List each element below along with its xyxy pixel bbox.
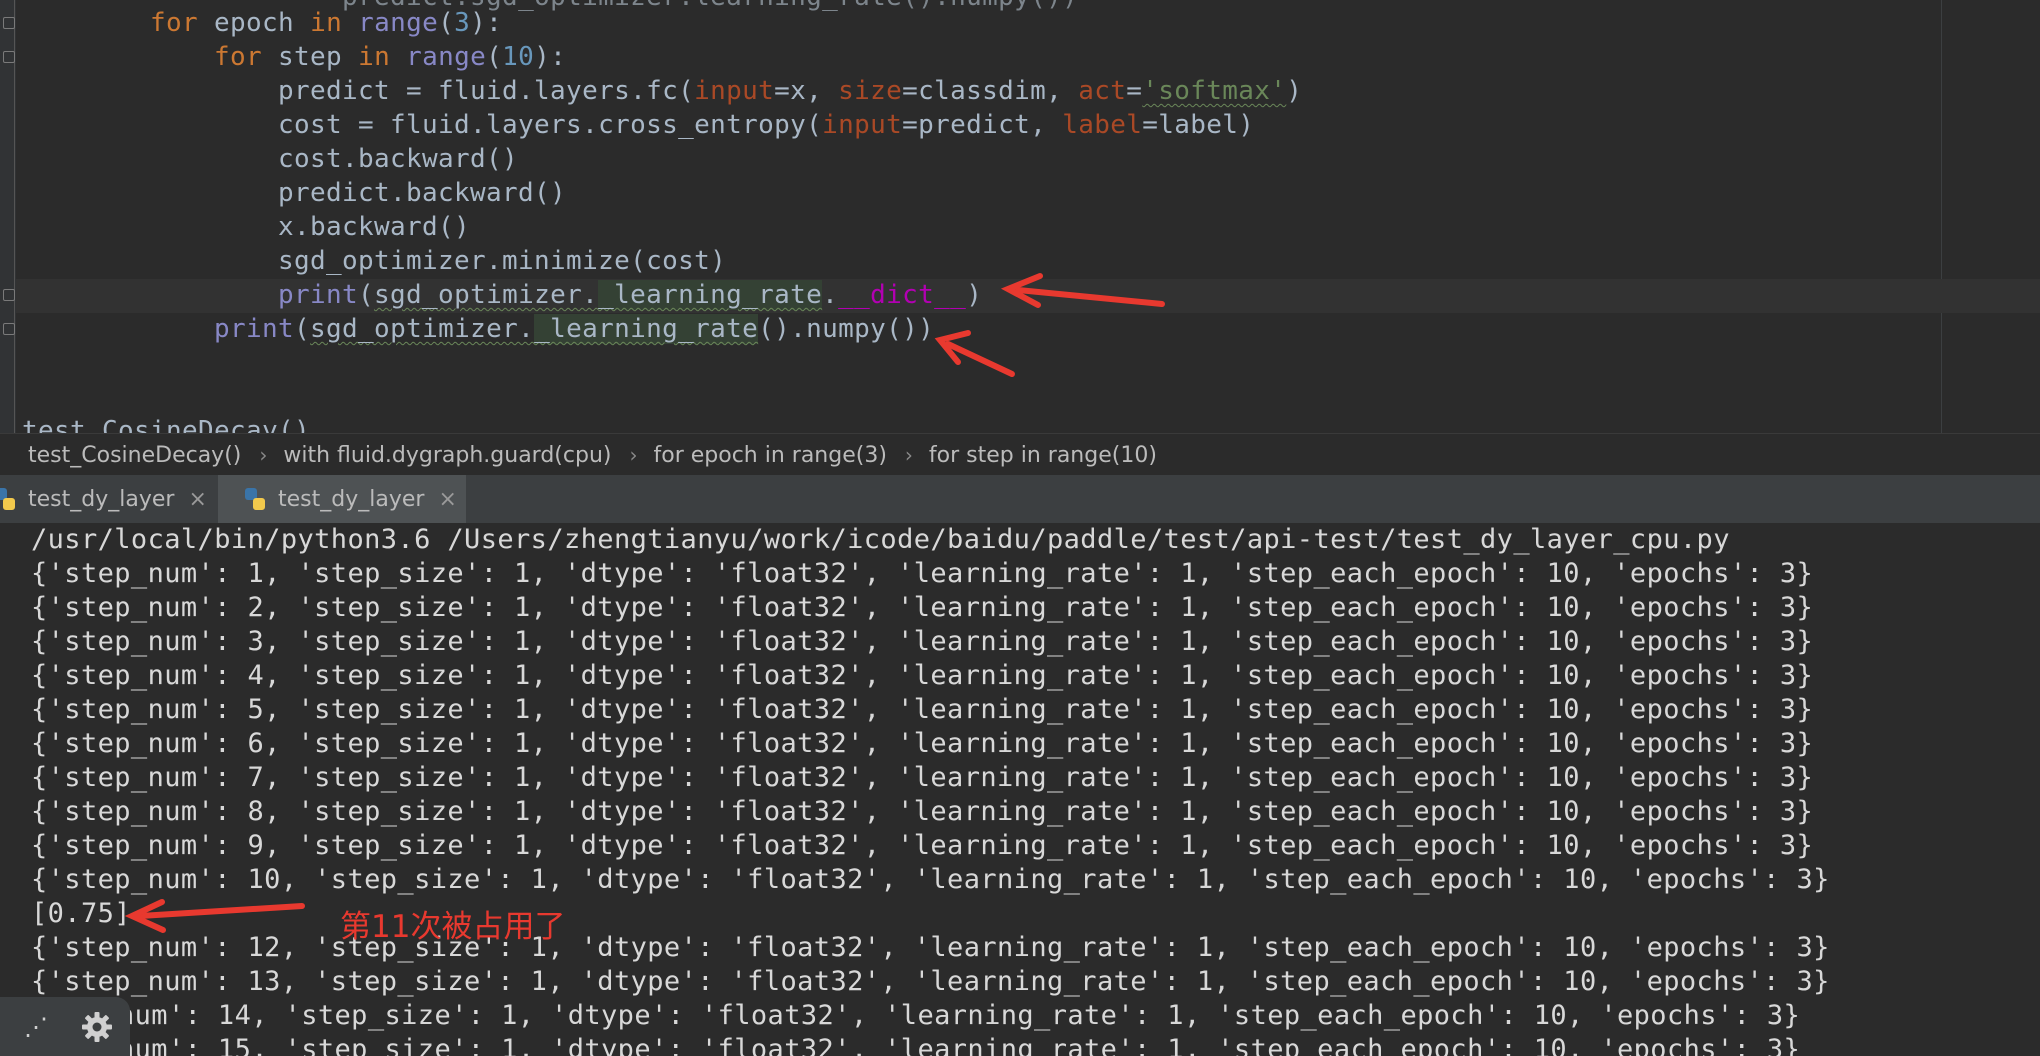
code-line-print-dict[interactable]: print(sgd_optimizer._learning_rate.__dic… — [278, 278, 982, 312]
close-icon[interactable]: × — [188, 487, 206, 512]
console-line: {'step_num': 10, 'step_size': 1, 'dtype'… — [31, 864, 1830, 895]
tab-run-2[interactable]: test_dy_layer × — [218, 475, 466, 523]
console-line: num': 15, 'step_size': 1, 'dtype': 'floa… — [118, 1034, 1801, 1056]
right-margin-guide — [1941, 0, 1942, 433]
console-line: [0.75] — [31, 898, 131, 929]
console-line: {'step_num': 8, 'step_size': 1, 'dtype':… — [31, 796, 1814, 827]
breadcrumb-item[interactable]: test_CosineDecay() — [28, 443, 251, 468]
console-command: /usr/local/bin/python3.6 /Users/zhengtia… — [31, 524, 1730, 555]
close-icon[interactable]: × — [438, 487, 456, 512]
fold-marker-icon[interactable] — [3, 323, 15, 335]
chevron-right-icon: › — [629, 443, 638, 467]
tab-label: test_dy_layer — [278, 486, 425, 512]
tool-strip: ⋰ — [0, 997, 130, 1056]
code-line-predict-backward[interactable]: predict.backward() — [278, 176, 566, 210]
console-line: {'step_num': 13, 'step_size': 1, 'dtype'… — [31, 966, 1830, 997]
dots-icon[interactable]: ⋰ — [24, 1013, 54, 1041]
code-line-print-numpy[interactable]: print(sgd_optimizer._learning_rate().num… — [214, 312, 934, 346]
console-line: {'step_num': 1, 'step_size': 1, 'dtype':… — [31, 558, 1814, 589]
code-editor[interactable]: predict.sgd_optimizer.learning_rate().nu… — [0, 0, 2040, 433]
code-line-predict[interactable]: predict = fluid.layers.fc(input=x, size=… — [278, 74, 1302, 108]
code-line-cost-backward[interactable]: cost.backward() — [278, 142, 518, 176]
code-line-partial-bottom[interactable]: test_CosineDecay() — [22, 414, 310, 433]
breadcrumb-item[interactable]: for step in range(10) — [929, 443, 1167, 468]
fold-marker-icon[interactable] — [3, 289, 15, 301]
console-line: {'step_num': 4, 'step_size': 1, 'dtype':… — [31, 660, 1814, 691]
gutter-divider — [14, 0, 15, 433]
breadcrumb-item[interactable]: for epoch in range(3) — [653, 443, 896, 468]
console-line: {'step_num': 3, 'step_size': 1, 'dtype':… — [31, 626, 1814, 657]
code-line-x-backward[interactable]: x.backward() — [278, 210, 470, 244]
code-line-for-epoch[interactable]: for epoch in range(3): — [150, 6, 502, 40]
annotation-text: 第11次被占用了 — [340, 909, 566, 945]
console-line: {'step_num': 2, 'step_size': 1, 'dtype':… — [31, 592, 1814, 623]
gear-icon[interactable] — [80, 1010, 114, 1044]
console-line: num': 14, 'step_size': 1, 'dtype': 'floa… — [118, 1000, 1801, 1031]
console-line: {'step_num': 9, 'step_size': 1, 'dtype':… — [31, 830, 1814, 861]
console-line: {'step_num': 5, 'step_size': 1, 'dtype':… — [31, 694, 1814, 725]
code-line-minimize[interactable]: sgd_optimizer.minimize(cost) — [278, 244, 726, 278]
fold-marker-icon[interactable] — [3, 17, 15, 29]
breadcrumb-item[interactable]: with fluid.dygraph.guard(cpu) — [283, 443, 621, 468]
code-line-cost[interactable]: cost = fluid.layers.cross_entropy(input=… — [278, 108, 1254, 142]
python-icon — [245, 488, 265, 510]
breadcrumb: test_CosineDecay() › with fluid.dygraph.… — [0, 433, 2040, 476]
console-line: {'step_num': 6, 'step_size': 1, 'dtype':… — [31, 728, 1814, 759]
console-line: {'step_num': 12, 'step_size': 1, 'dtype'… — [31, 932, 1830, 963]
fold-marker-icon[interactable] — [3, 51, 15, 63]
python-icon — [0, 488, 15, 510]
console-line: {'step_num': 7, 'step_size': 1, 'dtype':… — [31, 762, 1814, 793]
chevron-right-icon: › — [904, 443, 913, 467]
chevron-right-icon: › — [259, 443, 268, 467]
tab-label: test_dy_layer — [28, 486, 175, 512]
tab-run-1[interactable]: test_dy_layer × — [0, 475, 208, 523]
code-line-for-step[interactable]: for step in range(10): — [214, 40, 566, 74]
run-console[interactable]: /usr/local/bin/python3.6 /Users/zhengtia… — [0, 523, 2040, 1056]
run-tab-bar: test_dy_layer × test_dy_layer × — [0, 475, 2040, 524]
